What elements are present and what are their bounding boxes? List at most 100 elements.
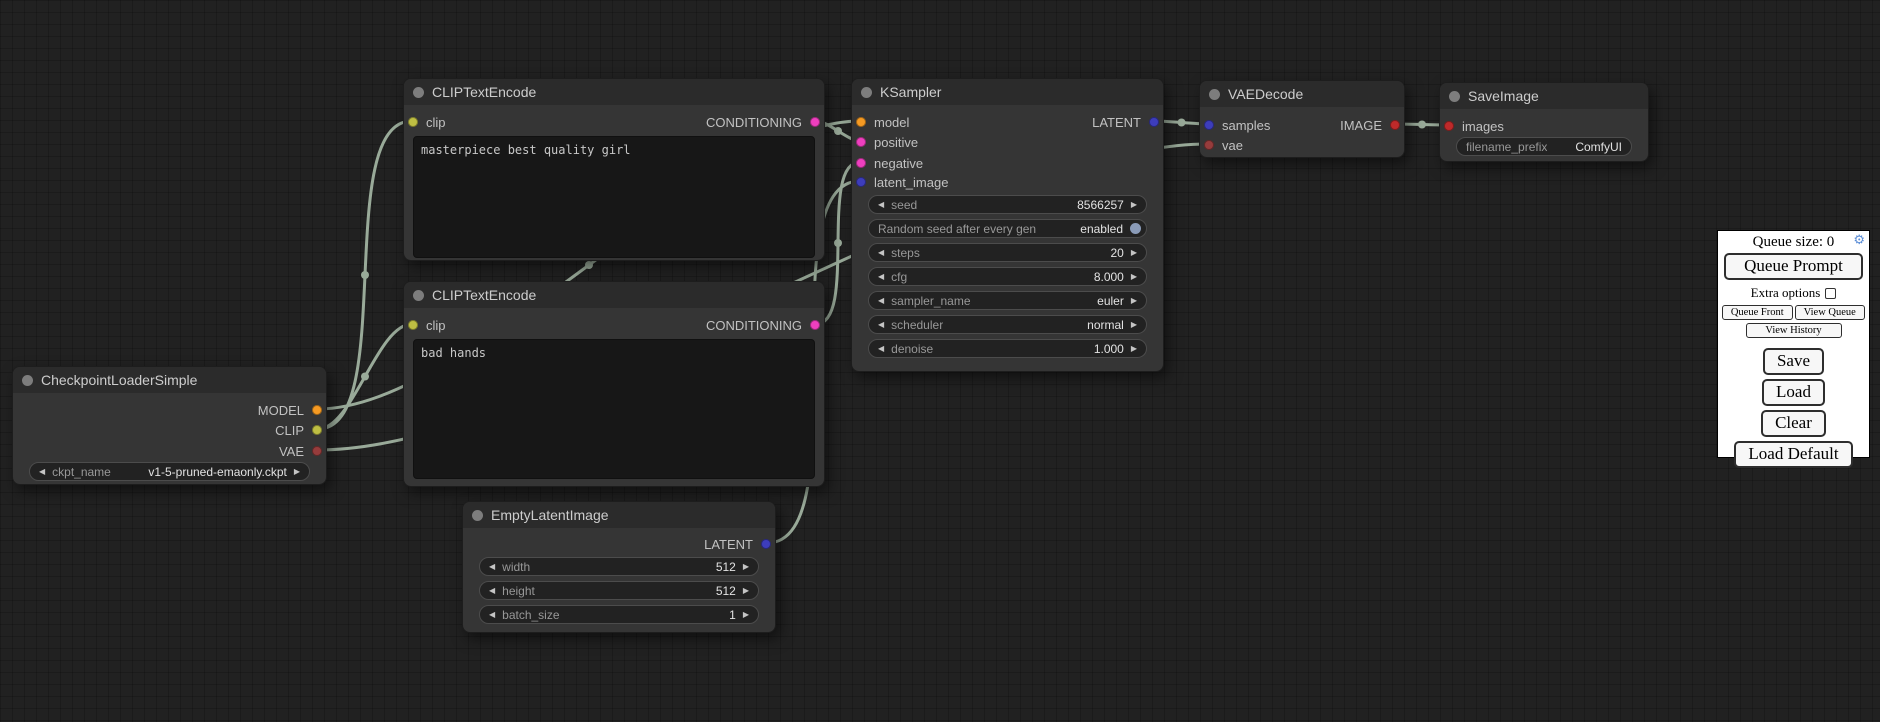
increment-arrow-icon[interactable]: ▶ (743, 587, 749, 595)
collapse-dot-icon[interactable] (1209, 89, 1220, 100)
node-empty-latent-image[interactable]: EmptyLatentImage LATENT ◀ width 512 ▶ ◀ … (462, 501, 776, 633)
widget-value: 512 (716, 560, 736, 574)
vae-input-port[interactable] (1204, 140, 1214, 150)
increment-arrow-icon[interactable]: ▶ (1131, 345, 1137, 353)
image-output-slot: IMAGE (1340, 115, 1400, 135)
widget-label: width (502, 560, 530, 574)
increment-arrow-icon[interactable]: ▶ (1131, 249, 1137, 257)
increment-arrow-icon[interactable]: ▶ (294, 468, 300, 476)
collapse-dot-icon[interactable] (22, 375, 33, 386)
images-input-port[interactable] (1444, 121, 1454, 131)
model-output-slot: MODEL (258, 400, 322, 420)
positive-input-port[interactable] (856, 137, 866, 147)
settings-gear-icon[interactable]: ⚙ (1853, 233, 1865, 249)
decrement-arrow-icon[interactable]: ◀ (878, 321, 884, 329)
node-title: CLIPTextEncode (432, 287, 536, 303)
scheduler-widget[interactable]: ◀ scheduler normal ▶ (868, 315, 1147, 334)
queue-prompt-button[interactable]: Queue Prompt (1724, 253, 1863, 280)
latent-output-port[interactable] (761, 539, 771, 549)
increment-arrow-icon[interactable]: ▶ (1131, 321, 1137, 329)
sampler-name-widget[interactable]: ◀ sampler_name euler ▶ (868, 291, 1147, 310)
model-output-port[interactable] (312, 405, 322, 415)
filename-prefix-widget[interactable]: filename_prefix ComfyUI (1456, 137, 1632, 156)
slot-label: CLIP (275, 423, 304, 438)
view-history-button[interactable]: View History (1746, 323, 1842, 338)
negative-prompt-textarea[interactable]: bad hands (413, 339, 815, 479)
increment-arrow-icon[interactable]: ▶ (1131, 201, 1137, 209)
positive-input-slot: positive (856, 132, 918, 152)
increment-arrow-icon[interactable]: ▶ (743, 563, 749, 571)
toggle-on-indicator-icon[interactable] (1130, 223, 1141, 234)
decrement-arrow-icon[interactable]: ◀ (489, 611, 495, 619)
seed-widget[interactable]: ◀ seed 8566257 ▶ (868, 195, 1147, 214)
decrement-arrow-icon[interactable]: ◀ (878, 249, 884, 257)
collapse-dot-icon[interactable] (861, 87, 872, 98)
node-clip-text-encode-negative[interactable]: CLIPTextEncode clip CONDITIONING bad han… (403, 281, 825, 487)
slot-label: model (874, 115, 909, 130)
decrement-arrow-icon[interactable]: ◀ (878, 345, 884, 353)
node-title-bar[interactable]: KSampler (852, 79, 1163, 105)
clip-input-port[interactable] (408, 320, 418, 330)
node-title-bar[interactable]: VAEDecode (1200, 81, 1404, 107)
clip-input-port[interactable] (408, 117, 418, 127)
slot-label: positive (874, 135, 918, 150)
decrement-arrow-icon[interactable]: ◀ (878, 297, 884, 305)
clip-output-port[interactable] (312, 425, 322, 435)
collapse-dot-icon[interactable] (472, 510, 483, 521)
decrement-arrow-icon[interactable]: ◀ (489, 563, 495, 571)
clear-button[interactable]: Clear (1761, 410, 1826, 437)
node-vae-decode[interactable]: VAEDecode samples vae IMAGE (1199, 80, 1405, 158)
node-clip-text-encode-positive[interactable]: CLIPTextEncode clip CONDITIONING masterp… (403, 78, 825, 261)
decrement-arrow-icon[interactable]: ◀ (878, 201, 884, 209)
node-title-bar[interactable]: SaveImage (1440, 83, 1648, 109)
load-button[interactable]: Load (1762, 379, 1825, 406)
cfg-widget[interactable]: ◀ cfg 8.000 ▶ (868, 267, 1147, 286)
collapse-dot-icon[interactable] (413, 87, 424, 98)
extra-options-checkbox[interactable] (1825, 288, 1836, 299)
increment-arrow-icon[interactable]: ▶ (1131, 297, 1137, 305)
slot-label: clip (426, 318, 446, 333)
node-title-bar[interactable]: CLIPTextEncode (404, 282, 824, 308)
decrement-arrow-icon[interactable]: ◀ (489, 587, 495, 595)
samples-input-port[interactable] (1204, 120, 1214, 130)
node-title-bar[interactable]: CLIPTextEncode (404, 79, 824, 105)
model-input-port[interactable] (856, 117, 866, 127)
latent-output-slot: LATENT (1092, 112, 1159, 132)
conditioning-output-port[interactable] (810, 117, 820, 127)
slot-label: LATENT (704, 537, 753, 552)
negative-input-port[interactable] (856, 158, 866, 168)
node-title-bar[interactable]: CheckpointLoaderSimple (13, 367, 326, 393)
queue-front-button[interactable]: Queue Front (1722, 305, 1793, 320)
collapse-dot-icon[interactable] (1449, 91, 1460, 102)
vae-output-port[interactable] (312, 446, 322, 456)
image-output-port[interactable] (1390, 120, 1400, 130)
steps-widget[interactable]: ◀ steps 20 ▶ (868, 243, 1147, 262)
increment-arrow-icon[interactable]: ▶ (743, 611, 749, 619)
denoise-widget[interactable]: ◀ denoise 1.000 ▶ (868, 339, 1147, 358)
decrement-arrow-icon[interactable]: ◀ (878, 273, 884, 281)
latent-image-input-port[interactable] (856, 177, 866, 187)
latent-output-port[interactable] (1149, 117, 1159, 127)
height-widget[interactable]: ◀ height 512 ▶ (479, 581, 759, 600)
node-checkpoint-loader-simple[interactable]: CheckpointLoaderSimple MODEL CLIP VAE ◀ … (12, 366, 327, 485)
node-title-bar[interactable]: EmptyLatentImage (463, 502, 775, 528)
batch-size-widget[interactable]: ◀ batch_size 1 ▶ (479, 605, 759, 624)
slot-label: CONDITIONING (706, 115, 802, 130)
increment-arrow-icon[interactable]: ▶ (1131, 273, 1137, 281)
collapse-dot-icon[interactable] (413, 290, 424, 301)
save-button[interactable]: Save (1763, 348, 1824, 375)
model-input-slot: model (856, 112, 909, 132)
negative-input-slot: negative (856, 153, 923, 173)
conditioning-output-port[interactable] (810, 320, 820, 330)
widget-label: Random seed after every gen (878, 222, 1036, 236)
load-default-button[interactable]: Load Default (1734, 441, 1852, 468)
node-save-image[interactable]: SaveImage images filename_prefix ComfyUI (1439, 82, 1649, 162)
positive-prompt-textarea[interactable]: masterpiece best quality girl (413, 136, 815, 258)
random-seed-toggle[interactable]: Random seed after every gen enabled (868, 219, 1147, 238)
decrement-arrow-icon[interactable]: ◀ (39, 468, 45, 476)
view-queue-button[interactable]: View Queue (1795, 305, 1866, 320)
ckpt-name-widget[interactable]: ◀ ckpt_name v1-5-pruned-emaonly.ckpt ▶ (29, 462, 310, 481)
width-widget[interactable]: ◀ width 512 ▶ (479, 557, 759, 576)
node-ksampler[interactable]: KSampler model positive negative latent_… (851, 78, 1164, 372)
slot-label: negative (874, 156, 923, 171)
